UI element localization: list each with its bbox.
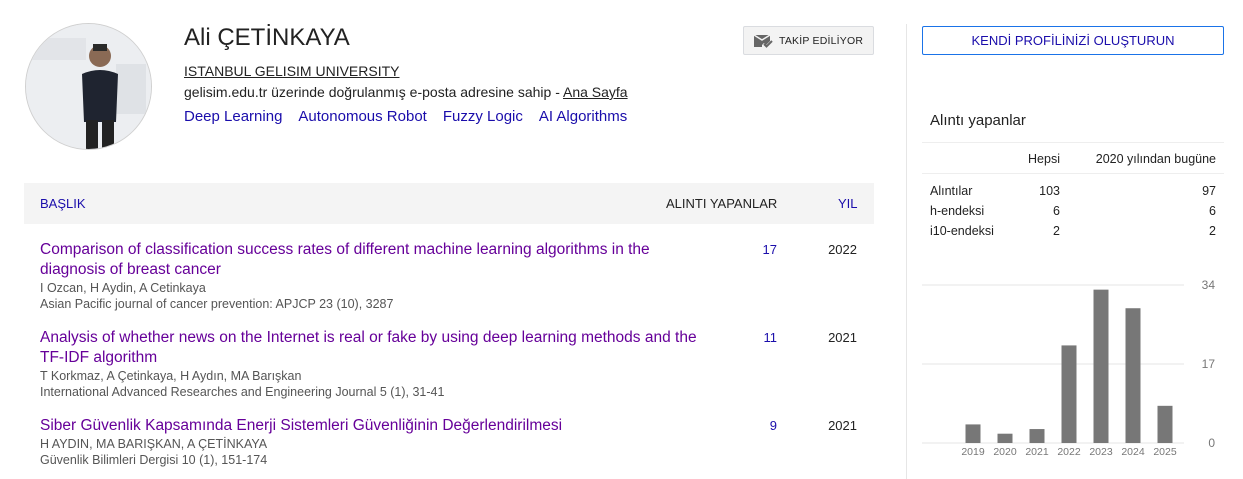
sort-by-title[interactable]: BAŞLIK [40, 196, 86, 211]
stat-since: 2 [1209, 224, 1216, 238]
table-row: Analysis of whether news on the Internet… [24, 328, 874, 406]
citation-stats-table: Hepsi 2020 yılından bugüne Alıntılar 103… [922, 142, 1224, 244]
citations-chart-svg: 0 17 34 2019 2020 2021 2022 2023 2024 2025 [922, 278, 1216, 458]
article-authors: T Korkmaz, A Çetinkaya, H Aydın, MA Barı… [40, 369, 302, 383]
stat-label[interactable]: i10-endeksi [930, 224, 994, 238]
table-header: BAŞLIK ALINTI YAPANLAR YIL [24, 183, 874, 224]
article-title[interactable]: Analysis of whether news on the Internet… [40, 328, 700, 368]
verified-email: gelisim.edu.tr üzerinde doğrulanmış e-po… [184, 84, 628, 100]
article-authors: H AYDIN, MA BARIŞKAN, A ÇETİNKAYA [40, 437, 268, 451]
y-tick-label: 34 [1202, 278, 1216, 292]
chart-bar[interactable] [965, 424, 981, 443]
article-year: 2021 [828, 418, 857, 433]
stats-row: h-endeksi 6 6 [922, 204, 1224, 224]
stat-all: 103 [1039, 184, 1060, 198]
cited-by-count[interactable]: 9 [724, 418, 777, 433]
article-authors: I Ozcan, H Aydin, A Cetinkaya [40, 281, 206, 295]
stat-all: 6 [1053, 204, 1060, 218]
x-tick-label: 2023 [1089, 446, 1113, 458]
article-venue: Güvenlik Bilimleri Dergisi 10 (1), 151-1… [40, 453, 268, 467]
article-venue: International Advanced Researches and En… [40, 385, 445, 399]
y-tick-label: 0 [1208, 436, 1215, 450]
chart-bar[interactable] [1125, 308, 1141, 443]
x-tick-label: 2025 [1153, 446, 1177, 458]
stat-since: 97 [1202, 184, 1216, 198]
affiliation-link[interactable]: ISTANBUL GELISIM UNIVERSITY [184, 63, 400, 79]
article-year: 2022 [828, 242, 857, 257]
col-since: 2020 yılından bugüne [1095, 152, 1216, 166]
interest-link[interactable]: Autonomous Robot [298, 108, 426, 125]
x-tick-label: 2021 [1025, 446, 1049, 458]
avatar [25, 23, 152, 150]
article-title[interactable]: Siber Güvenlik Kapsamında Enerji Sisteml… [40, 416, 700, 436]
y-tick-label: 17 [1202, 357, 1216, 371]
verified-text: gelisim.edu.tr üzerinde doğrulanmış e-po… [184, 84, 563, 100]
create-profile-button[interactable]: KENDİ PROFİLİNİZİ OLUŞTURUN [922, 26, 1224, 55]
stats-row: i10-endeksi 2 2 [922, 224, 1224, 244]
x-tick-label: 2024 [1121, 446, 1145, 458]
stat-label[interactable]: h-endeksi [930, 204, 984, 218]
interest-link[interactable]: AI Algorithms [539, 108, 627, 125]
article-venue: Asian Pacific journal of cancer preventi… [40, 297, 394, 311]
col-all: Hepsi [1028, 152, 1060, 166]
interests-list: Deep Learning Autonomous Robot Fuzzy Log… [184, 108, 627, 125]
cited-by-count[interactable]: 17 [724, 242, 777, 257]
stat-label[interactable]: Alıntılar [930, 184, 972, 198]
sidebar-divider [906, 24, 907, 479]
chart-bar[interactable] [1029, 429, 1045, 443]
x-tick-label: 2022 [1057, 446, 1081, 458]
follow-label: TAKİP EDİLİYOR [779, 34, 864, 47]
chart-bar[interactable] [1061, 345, 1077, 443]
stats-header-row: Hepsi 2020 yılından bugüne [922, 142, 1224, 174]
table-row: Comparison of classification success rat… [24, 240, 874, 318]
stat-since: 6 [1209, 204, 1216, 218]
chart-bar[interactable] [1093, 289, 1109, 443]
sort-by-year[interactable]: YIL [838, 196, 858, 211]
interest-link[interactable]: Deep Learning [184, 108, 282, 125]
article-title[interactable]: Comparison of classification success rat… [40, 240, 700, 280]
article-year: 2021 [828, 330, 857, 345]
citations-chart: 0 17 34 2019 2020 2021 2022 2023 2024 2025 [922, 275, 1224, 465]
sort-by-cited[interactable]: ALINTI YAPANLAR [666, 196, 777, 211]
chart-bar[interactable] [997, 433, 1013, 443]
cited-by-count[interactable]: 11 [724, 330, 778, 345]
chart-bar[interactable] [1157, 405, 1173, 443]
interest-link[interactable]: Fuzzy Logic [443, 108, 523, 125]
profile-name: Ali ÇETİNKAYA [184, 24, 350, 51]
stat-all: 2 [1053, 224, 1060, 238]
x-tick-label: 2020 [993, 446, 1017, 458]
x-tick-label: 2019 [961, 446, 985, 458]
profile-photo-icon [26, 24, 151, 149]
follow-button[interactable]: TAKİP EDİLİYOR [743, 26, 874, 55]
mail-check-icon [753, 33, 773, 48]
homepage-link[interactable]: Ana Sayfa [563, 84, 628, 100]
cited-by-title: Alıntı yapanlar [930, 112, 1026, 129]
table-row: Siber Güvenlik Kapsamında Enerji Sisteml… [24, 416, 874, 472]
stats-row: Alıntılar 103 97 [922, 184, 1224, 204]
